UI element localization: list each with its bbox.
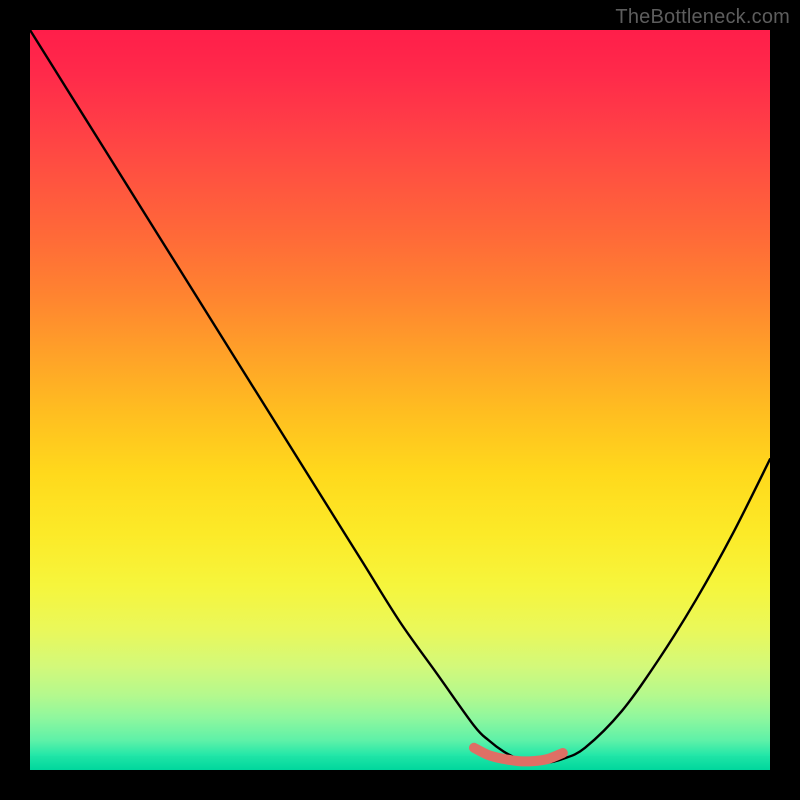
plot-area <box>30 30 770 770</box>
chart-frame: TheBottleneck.com <box>0 0 800 800</box>
bottleneck-curve <box>30 30 770 763</box>
watermark-text: TheBottleneck.com <box>615 6 790 29</box>
curve-svg <box>30 30 770 770</box>
optimal-range-marker <box>474 748 563 762</box>
